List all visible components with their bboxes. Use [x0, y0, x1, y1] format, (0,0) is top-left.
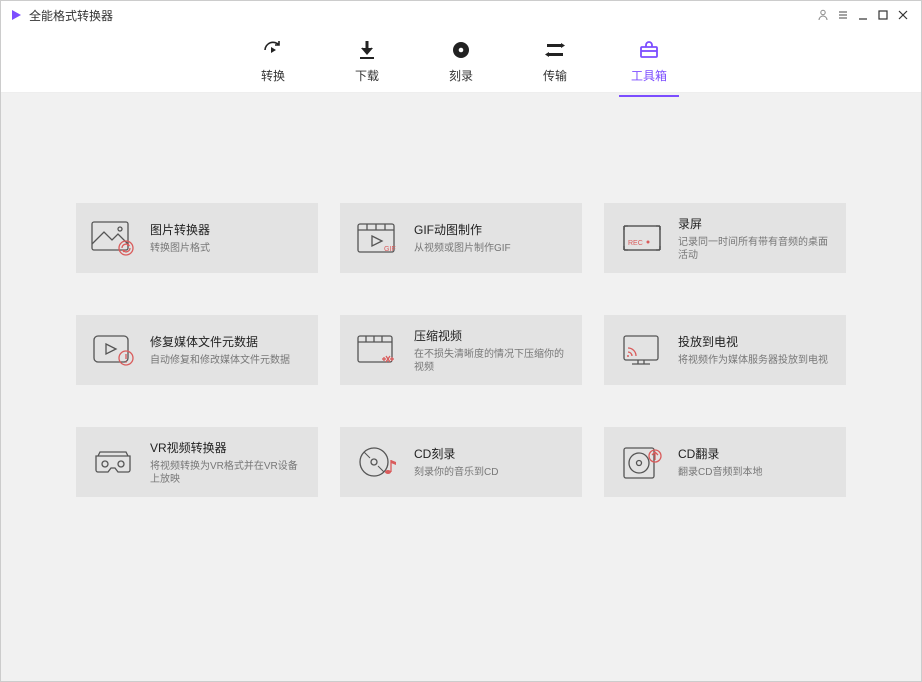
- toolbox-icon: [637, 37, 661, 63]
- nav-transfer[interactable]: 传输: [531, 37, 579, 84]
- main-nav: 转换 下载 刻录 传输 工具箱: [1, 29, 921, 93]
- tool-cast-tv[interactable]: 投放到电视 将视频作为媒体服务器投放到电视: [604, 315, 846, 385]
- tool-title: CD刻录: [414, 445, 570, 462]
- gif-icon: GIF: [352, 216, 404, 260]
- tool-cd-rip[interactable]: CD翻录 翻录CD音频到本地: [604, 427, 846, 497]
- nav-download[interactable]: 下载: [343, 37, 391, 84]
- tool-title: 投放到电视: [678, 333, 834, 350]
- tool-vr-converter[interactable]: VR视频转换器 将视频转换为VR格式并在VR设备上放映: [76, 427, 318, 497]
- menu-icon[interactable]: [833, 5, 853, 25]
- titlebar: 全能格式转换器: [1, 1, 921, 29]
- burn-icon: [449, 37, 473, 63]
- transfer-icon: [543, 37, 567, 63]
- image-icon: [88, 216, 140, 260]
- tool-desc: 转换图片格式: [150, 242, 306, 255]
- minimize-button[interactable]: [853, 5, 873, 25]
- tool-desc: 将视频转换为VR格式并在VR设备上放映: [150, 460, 306, 486]
- nav-burn[interactable]: 刻录: [437, 37, 485, 84]
- tool-desc: 从视频或图片制作GIF: [414, 242, 570, 255]
- tool-desc: 记录同一时间所有带有音频的桌面活动: [678, 236, 834, 262]
- tool-title: 修复媒体文件元数据: [150, 333, 306, 350]
- cd-burn-icon: [352, 440, 404, 484]
- tool-title: 录屏: [678, 215, 834, 232]
- tool-title: CD翻录: [678, 445, 834, 462]
- cd-rip-icon: [616, 440, 668, 484]
- tool-cd-burn[interactable]: CD刻录 刻录你的音乐到CD: [340, 427, 582, 497]
- tool-desc: 刻录你的音乐到CD: [414, 466, 570, 479]
- tool-title: 图片转换器: [150, 221, 306, 238]
- tool-desc: 将视频作为媒体服务器投放到电视: [678, 354, 834, 367]
- nav-label: 刻录: [449, 67, 473, 84]
- svg-text:GIF: GIF: [384, 246, 396, 253]
- tool-fix-metadata[interactable]: 修复媒体文件元数据 自动修复和修改媒体文件元数据: [76, 315, 318, 385]
- cast-icon: [616, 328, 668, 372]
- compress-icon: [352, 328, 404, 372]
- nav-label: 转换: [261, 67, 285, 84]
- close-button[interactable]: [893, 5, 913, 25]
- tool-desc: 自动修复和修改媒体文件元数据: [150, 354, 306, 367]
- vr-icon: [88, 440, 140, 484]
- tool-image-converter[interactable]: 图片转换器 转换图片格式: [76, 203, 318, 273]
- metadata-icon: [88, 328, 140, 372]
- nav-label: 工具箱: [631, 67, 667, 84]
- nav-label: 传输: [543, 67, 567, 84]
- tool-title: VR视频转换器: [150, 439, 306, 456]
- app-title: 全能格式转换器: [29, 7, 113, 24]
- nav-label: 下载: [355, 67, 379, 84]
- app-logo-icon: [9, 8, 23, 22]
- tool-title: GIF动图制作: [414, 221, 570, 238]
- svg-text:REC: REC: [628, 240, 643, 247]
- tools-grid: 图片转换器 转换图片格式 GIF GIF动图制作 从视频或图片制作GIF REC…: [61, 203, 861, 497]
- tool-desc: 在不损失清晰度的情况下压缩你的视频: [414, 348, 570, 374]
- nav-convert[interactable]: 转换: [249, 37, 297, 84]
- tool-desc: 翻录CD音频到本地: [678, 466, 834, 479]
- nav-toolbox[interactable]: 工具箱: [625, 37, 673, 84]
- tool-gif-maker[interactable]: GIF GIF动图制作 从视频或图片制作GIF: [340, 203, 582, 273]
- account-icon[interactable]: [813, 5, 833, 25]
- download-icon: [355, 37, 379, 63]
- convert-icon: [261, 37, 285, 63]
- record-icon: REC: [616, 216, 668, 260]
- tool-compress-video[interactable]: 压缩视频 在不损失清晰度的情况下压缩你的视频: [340, 315, 582, 385]
- maximize-button[interactable]: [873, 5, 893, 25]
- content-area: 图片转换器 转换图片格式 GIF GIF动图制作 从视频或图片制作GIF REC…: [1, 93, 921, 681]
- tool-screen-record[interactable]: REC 录屏 记录同一时间所有带有音频的桌面活动: [604, 203, 846, 273]
- tool-title: 压缩视频: [414, 327, 570, 344]
